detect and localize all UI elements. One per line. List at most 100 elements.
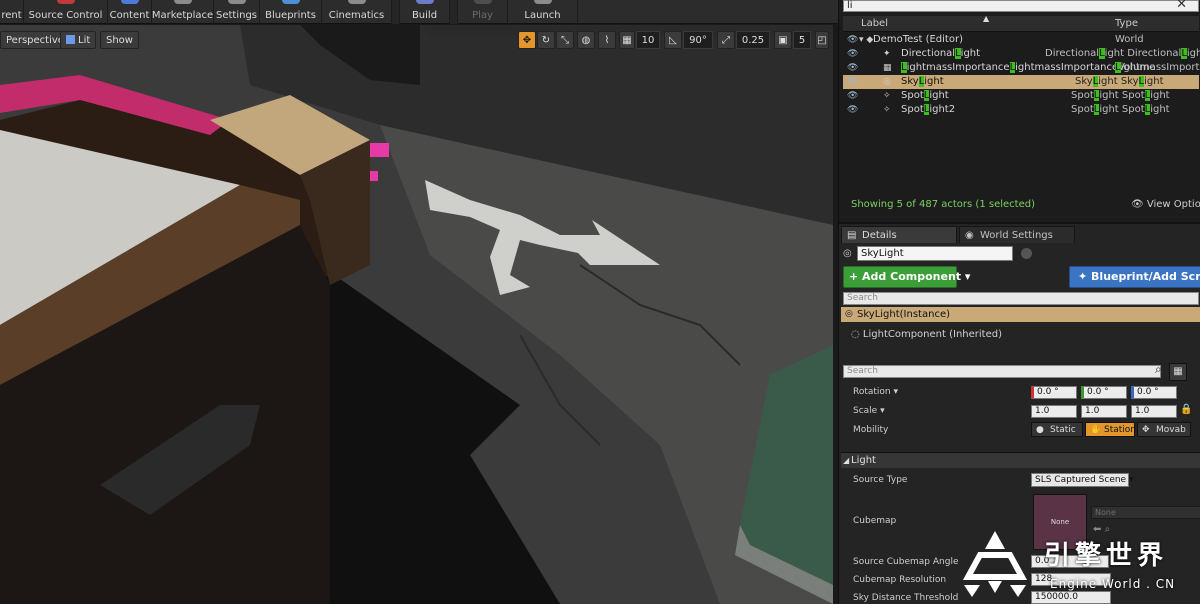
component-child-row[interactable]: ◌ LightComponent (Inherited): [851, 329, 1002, 340]
rotation-y-field[interactable]: 0.0 °: [1081, 386, 1127, 399]
property-matrix-icon[interactable]: ▦: [1169, 363, 1187, 381]
cubemap-asset-dropdown[interactable]: None: [1091, 506, 1200, 519]
component-search-input[interactable]: Search: [843, 292, 1199, 305]
label-fragment: Sky: [901, 76, 919, 87]
outliner-filter-input[interactable]: li: [843, 0, 1199, 12]
visibility-eye-icon[interactable]: 👁: [847, 89, 858, 103]
scale-snap-icon[interactable]: ⤢: [717, 31, 735, 49]
camera-speed-value[interactable]: 5: [793, 31, 811, 49]
toolbar-separator: [392, 0, 400, 24]
toolbar-content-browser-button[interactable]: Content: [108, 0, 152, 24]
toolbar-play-button[interactable]: Play: [458, 0, 508, 24]
label-fragment: Spot: [901, 104, 924, 115]
visibility-eye-icon[interactable]: 👁: [847, 47, 858, 61]
cubemap-resolution-label: Cubemap Resolution: [853, 575, 947, 585]
toolbar-settings-button[interactable]: Settings: [214, 0, 260, 24]
mobility-movable-label: Movab: [1156, 425, 1186, 435]
view-mode-lit-button[interactable]: Lit: [60, 31, 97, 49]
lock-icon[interactable]: 🔒: [1180, 404, 1192, 415]
toolbar-launch-button[interactable]: Launch: [508, 0, 578, 24]
actor-name-field[interactable]: SkyLight: [857, 246, 1013, 261]
scale-snap-value[interactable]: 0.25: [736, 31, 770, 49]
visibility-eye-icon[interactable]: 👁: [847, 33, 858, 47]
outliner-row[interactable]: 👁 ◎ SkyLight SkyLight SkyLight: [843, 75, 1199, 89]
lightmass-volume-icon: ▦: [883, 63, 892, 73]
rotate-mode-icon[interactable]: ↻: [537, 31, 555, 49]
scale-mode-icon[interactable]: ⤡: [556, 31, 574, 49]
main-toolbar: rent Source Control Content Marketplace …: [0, 0, 838, 24]
sort-arrow-icon[interactable]: ▲: [983, 14, 989, 23]
rotation-snap-value[interactable]: 90°: [683, 31, 713, 49]
tab-world-settings-label: World Settings: [980, 230, 1053, 241]
lit-label: Lit: [78, 35, 91, 46]
rotation-label[interactable]: Rotation ▾: [853, 387, 898, 397]
world-space-icon[interactable]: ◍: [577, 31, 595, 49]
outliner-row[interactable]: 👁 ✧ SpotLight2 SpotLight SpotLight: [843, 103, 1199, 117]
outliner-row[interactable]: 👁 ✧ SpotLight SpotLight SpotLight: [843, 89, 1199, 103]
light-component-icon: ◌: [851, 329, 863, 340]
mobility-stationary-button[interactable]: ✋ Station: [1085, 422, 1135, 437]
watermark-title: 引擎世界: [1044, 541, 1169, 571]
type-fragment: ight: [1144, 76, 1164, 87]
outliner-row-type: World: [1115, 34, 1144, 45]
column-type-header[interactable]: Type: [1115, 18, 1138, 29]
tab-details[interactable]: ▤ Details: [841, 226, 957, 243]
toolbar-build-button[interactable]: Build: [400, 0, 450, 24]
scale-y-field[interactable]: 1.0: [1081, 405, 1127, 418]
add-component-button[interactable]: + Add Component ▾: [843, 266, 970, 288]
label-fragment: Spot: [901, 90, 924, 101]
scale-x-field[interactable]: 1.0: [1031, 405, 1077, 418]
type-fragment: Spot: [1071, 104, 1094, 115]
visibility-eye-icon[interactable]: 👁: [847, 61, 858, 75]
light-section-header[interactable]: ◢ Light: [841, 452, 1200, 468]
tab-details-label: Details: [862, 230, 897, 241]
outliner-row[interactable]: 👁 ▾ ◆ DemoTest (Editor) World: [843, 33, 1199, 47]
toolbar-marketplace-button[interactable]: Marketplace: [152, 0, 214, 24]
tab-world-settings[interactable]: ◉ World Settings: [959, 226, 1075, 243]
show-flags-button[interactable]: Show: [100, 31, 139, 49]
outliner-row-type: LightmassImportance: [1115, 61, 1200, 75]
world-outliner: li ✕ Label ▲ Type 👁 ▾ ◆ DemoTest (Editor) W…: [839, 0, 1200, 222]
maximize-viewport-icon[interactable]: ◰: [815, 31, 829, 49]
view-options-button[interactable]: 👁 View Options: [1131, 199, 1200, 210]
grid-snap-value[interactable]: 10: [636, 31, 660, 49]
blueprint-add-script-button[interactable]: ✦ Blueprint/Add Script: [1069, 266, 1200, 288]
toolbar-content-button[interactable]: rent: [0, 0, 24, 24]
lock-selection-icon[interactable]: [1021, 248, 1032, 259]
toolbar-source-control-button[interactable]: Source Control: [24, 0, 108, 24]
visibility-eye-icon[interactable]: 👁: [847, 103, 858, 117]
outliner-row[interactable]: 👁 ✦ DirectionalLight DirectionalLight Direc…: [843, 47, 1200, 61]
scale-label[interactable]: Scale ▾: [853, 406, 885, 416]
mobility-static-button[interactable]: ● Static: [1031, 422, 1083, 437]
scale-z-field[interactable]: 1.0: [1131, 405, 1177, 418]
toolbar-separator: [450, 0, 458, 24]
toolbar-cinematics-button[interactable]: Cinematics: [322, 0, 392, 24]
type-fragment: ight Directional: [1104, 48, 1182, 59]
rotation-snap-icon[interactable]: ◺: [664, 31, 682, 49]
translate-mode-icon[interactable]: ✥: [518, 31, 536, 49]
cubemap-label: Cubemap: [853, 516, 897, 526]
outliner-row-label: SkyLight: [901, 75, 944, 89]
type-fragment: Sky: [1075, 76, 1093, 87]
rotation-x-field[interactable]: 0.0 °: [1031, 386, 1077, 399]
mobility-movable-button[interactable]: ✥ Movab: [1137, 422, 1191, 437]
type-fragment: ight Spot: [1099, 90, 1145, 101]
column-label-header[interactable]: Label: [861, 18, 888, 29]
toolbar-blueprints-button[interactable]: Blueprints: [260, 0, 322, 24]
clear-filter-icon[interactable]: ✕: [1176, 0, 1187, 12]
camera-speed-icon[interactable]: ▣: [774, 31, 792, 49]
label-fragment: Directional: [901, 48, 956, 59]
source-type-dropdown[interactable]: SLS Captured Scene ▾: [1031, 473, 1133, 487]
surface-snap-icon[interactable]: ⌇: [598, 31, 616, 49]
type-fragment: Directional: [1045, 48, 1100, 59]
component-root-row[interactable]: ◎ SkyLight(Instance): [841, 307, 1200, 322]
outliner-row-label: SpotLight2: [901, 103, 955, 117]
level-viewport[interactable]: Perspective Lit Show ✥ ↻ ⤡ ◍ ⌇ ▦ 10 ◺ 90…: [0, 25, 833, 604]
grid-snap-icon[interactable]: ▦: [619, 31, 635, 49]
mobility-stationary-label: Station: [1104, 425, 1135, 435]
property-search-input[interactable]: Search: [843, 365, 1161, 378]
rotation-z-field[interactable]: 0.0 °: [1131, 386, 1177, 399]
visibility-eye-icon[interactable]: 👁: [847, 75, 858, 89]
outliner-row[interactable]: 👁 ▦ LightmassImportanceLightmassImportance…: [843, 61, 1200, 75]
skylight-component-icon: ◎: [845, 309, 853, 319]
